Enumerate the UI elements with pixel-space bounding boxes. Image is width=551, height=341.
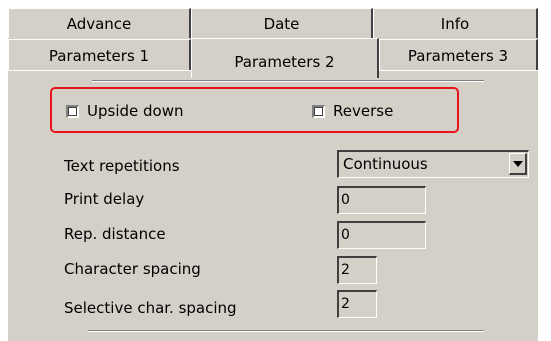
selective-char-spacing-field[interactable]: 2 bbox=[337, 290, 377, 318]
tab-parameters-3[interactable]: Parameters 3 bbox=[379, 39, 538, 70]
dropdown-button[interactable] bbox=[509, 153, 527, 175]
tab-parameters-2[interactable]: Parameters 2 bbox=[191, 38, 379, 78]
text-repetitions-value: Continuous bbox=[343, 155, 428, 173]
options-highlight bbox=[50, 87, 459, 133]
selective-char-spacing-label: Selective char. spacing bbox=[64, 299, 237, 317]
tab-info[interactable]: Info bbox=[373, 8, 538, 38]
separator-top bbox=[92, 80, 484, 82]
print-delay-field[interactable]: 0 bbox=[337, 186, 426, 214]
separator-bottom bbox=[88, 330, 484, 332]
text-repetitions-select[interactable]: Continuous bbox=[337, 150, 529, 178]
chevron-down-icon bbox=[513, 161, 523, 167]
character-spacing-label: Character spacing bbox=[64, 260, 201, 278]
tab-date[interactable]: Date bbox=[191, 8, 373, 38]
tab-parameters-1[interactable]: Parameters 1 bbox=[8, 39, 191, 70]
character-spacing-field[interactable]: 2 bbox=[337, 256, 377, 284]
tab-advance[interactable]: Advance bbox=[8, 8, 191, 38]
text-repetitions-label: Text repetitions bbox=[64, 157, 180, 175]
tab-panel: Advance Date Info Parameters 1 Parameter… bbox=[8, 8, 538, 341]
print-delay-label: Print delay bbox=[64, 190, 145, 208]
rep-distance-field[interactable]: 0 bbox=[337, 221, 426, 249]
rep-distance-label: Rep. distance bbox=[64, 225, 166, 243]
